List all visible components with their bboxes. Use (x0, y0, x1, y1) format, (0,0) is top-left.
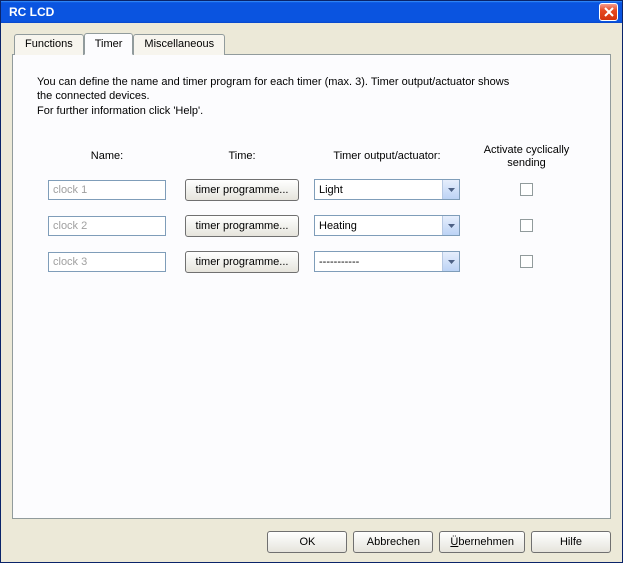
name-input-3[interactable] (48, 252, 166, 272)
name-input-1[interactable] (48, 180, 166, 200)
name-input-2[interactable] (48, 216, 166, 236)
header-name: Name: (91, 142, 123, 172)
chevron-down-icon (442, 252, 459, 271)
help-line: For further information click 'Help'. (37, 104, 586, 118)
output-select-3[interactable]: ----------- (314, 251, 460, 272)
activate-checkbox-1[interactable] (520, 183, 533, 196)
dialog-buttons: OK Abbrechen Übernehmen Hilfe (267, 531, 611, 553)
activate-checkbox-2[interactable] (520, 219, 533, 232)
window-title: RC LCD (5, 5, 599, 19)
timer-grid: Name: Time: timer programme... timer pro… (37, 142, 586, 280)
title-bar: RC LCD (1, 1, 622, 23)
dialog-window: RC LCD Functions Timer Miscellaneous You… (0, 0, 623, 563)
column-output: Timer output/actuator: Light Heating (307, 142, 467, 280)
cancel-button[interactable]: Abbrechen (353, 531, 433, 553)
output-value: Heating (319, 220, 442, 232)
tab-panel-timer: You can define the name and timer progra… (12, 54, 611, 519)
output-select-1[interactable]: Light (314, 179, 460, 200)
timer-programme-button-3[interactable]: timer programme... (185, 251, 300, 273)
tab-functions[interactable]: Functions (14, 34, 84, 55)
tab-miscellaneous[interactable]: Miscellaneous (133, 34, 225, 55)
header-output: Timer output/actuator: (333, 142, 440, 172)
tab-timer[interactable]: Timer (84, 33, 134, 55)
output-value: ----------- (319, 256, 442, 268)
activate-checkbox-3[interactable] (520, 255, 533, 268)
close-button[interactable] (599, 3, 618, 21)
help-line: the connected devices. (37, 89, 586, 103)
help-line: You can define the name and timer progra… (37, 75, 586, 89)
help-text: You can define the name and timer progra… (37, 75, 586, 118)
ok-button[interactable]: OK (267, 531, 347, 553)
close-icon (604, 7, 614, 17)
header-time: Time: (228, 142, 255, 172)
apply-button[interactable]: Übernehmen (439, 531, 525, 553)
chevron-down-icon (442, 216, 459, 235)
header-activate: Activate cyclically sending (467, 142, 586, 172)
tab-strip: Functions Timer Miscellaneous (14, 33, 611, 54)
client-area: Functions Timer Miscellaneous You can de… (2, 23, 621, 561)
timer-programme-button-1[interactable]: timer programme... (185, 179, 300, 201)
output-value: Light (319, 184, 442, 196)
timer-programme-button-2[interactable]: timer programme... (185, 215, 300, 237)
output-select-2[interactable]: Heating (314, 215, 460, 236)
column-activate: Activate cyclically sending (467, 142, 586, 280)
help-button[interactable]: Hilfe (531, 531, 611, 553)
apply-label-rest: bernehmen (458, 536, 514, 548)
column-time: Time: timer programme... timer programme… (177, 142, 307, 280)
chevron-down-icon (442, 180, 459, 199)
column-name: Name: (37, 142, 177, 280)
